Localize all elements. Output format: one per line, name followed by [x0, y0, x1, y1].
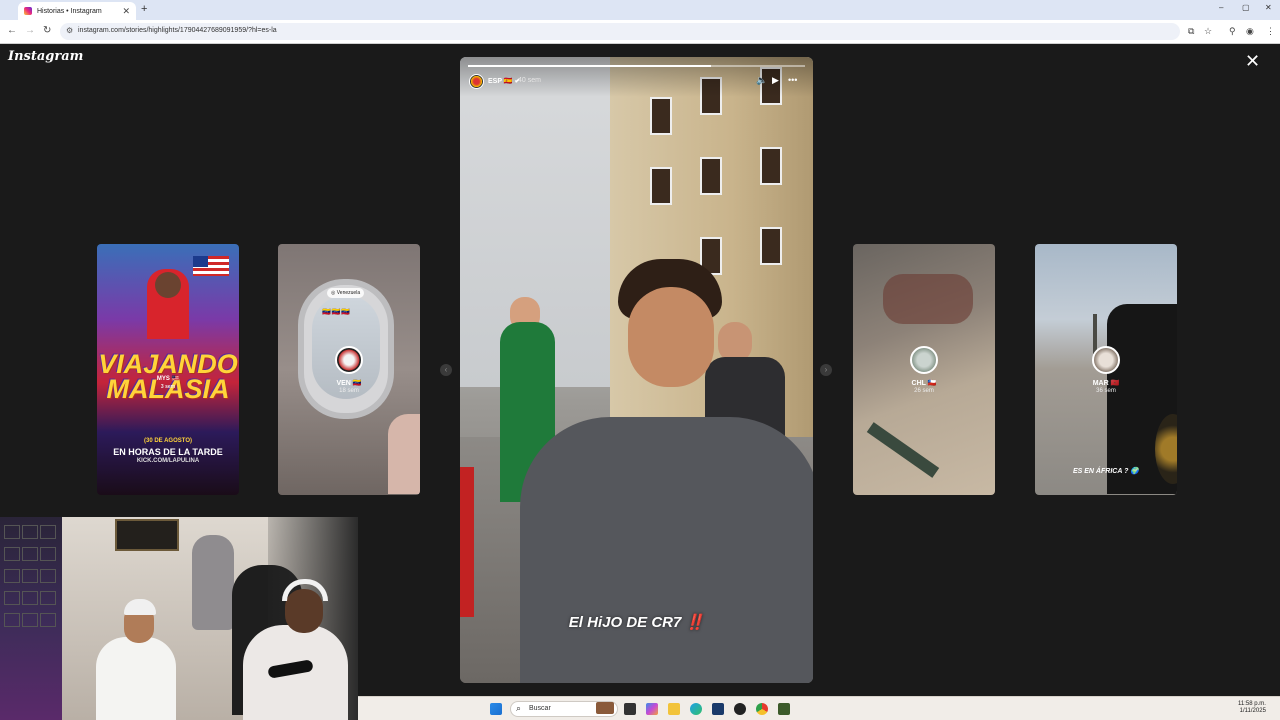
- story-date-line: (30 DE AGOSTO): [143, 438, 192, 444]
- story-time: 3 sem: [160, 384, 176, 390]
- story-avatar: [335, 346, 363, 374]
- forward-icon[interactable]: →: [25, 25, 35, 36]
- bookmark-star-icon[interactable]: ☆: [1204, 26, 1212, 37]
- story-avatar: [910, 346, 938, 374]
- instagram-favicon-icon: [24, 7, 32, 15]
- person-head-image: [155, 272, 181, 298]
- tab-strip: Historias • Instagram ✕ + – ▢ ✕: [0, 0, 1280, 20]
- story-owner-label: VEN 🇻🇪: [336, 380, 362, 387]
- figure-statue-image: [192, 535, 234, 630]
- story-time: 18 sem: [339, 388, 359, 394]
- install-app-icon[interactable]: ⧉: [1188, 26, 1194, 37]
- story-thumbnail-mys[interactable]: VIAJANDO MALASIA MYS 🇲🇾 3 sem (30 DE AGO…: [97, 244, 239, 495]
- address-bar[interactable]: ⚙ instagram.com/stories/highlights/17904…: [60, 23, 1180, 40]
- start-button-icon[interactable]: [490, 703, 502, 715]
- windows-taskbar: ⌕ Buscar 11:58 p.m. 1/11/2025: [358, 696, 1280, 720]
- story-time: 26 sem: [914, 388, 934, 394]
- page-scrollbar[interactable]: [1271, 44, 1280, 696]
- story-caption: El HiJO DE CR7 ‼️: [568, 614, 705, 631]
- instagram-logo[interactable]: Instagram: [8, 49, 83, 64]
- story-avatar: [1092, 346, 1120, 374]
- next-story-button[interactable]: ›: [820, 364, 832, 376]
- story-owner-label: MAR 🇲🇦: [1092, 380, 1120, 387]
- browser-toolbar: ← → ↻ ⚙ instagram.com/stories/highlights…: [0, 20, 1280, 44]
- search-highlight-icon[interactable]: [596, 702, 614, 714]
- cap-image: [124, 599, 156, 615]
- menu-icon[interactable]: ⋮: [1266, 26, 1275, 37]
- story-time: 40 sem: [518, 77, 541, 84]
- story-link: KICK.COM/LAPULINA: [136, 458, 200, 464]
- chrome-icon[interactable]: [756, 703, 768, 715]
- webcam-overlay: [0, 517, 358, 720]
- play-icon[interactable]: ▶: [772, 75, 779, 86]
- tab-close-icon[interactable]: ✕: [122, 6, 130, 17]
- maximize-button[interactable]: ▢: [1242, 3, 1250, 12]
- red-object-image: [460, 467, 474, 617]
- shoe-shelf-image: [0, 517, 62, 720]
- search-icon: ⌕: [516, 703, 522, 713]
- close-stories-icon[interactable]: ✕: [1245, 52, 1260, 70]
- previous-story-button[interactable]: ‹: [440, 364, 452, 376]
- story-subtitle: EN HORAS DE LA TARDE: [113, 447, 223, 457]
- search-placeholder: Buscar: [529, 705, 551, 712]
- tab-historias[interactable]: Historias • Instagram ✕: [18, 2, 136, 20]
- story-username[interactable]: ESP 🇪🇸 ✔: [488, 77, 520, 85]
- site-info-icon[interactable]: ⚙: [66, 26, 73, 35]
- store-icon[interactable]: [712, 703, 724, 715]
- flags-sticker: 🇻🇪🇻🇪🇻🇪: [322, 309, 352, 316]
- hand-image: [388, 414, 420, 494]
- story-owner-label: MYS 🇲🇾: [156, 376, 180, 382]
- extensions-icon[interactable]: ⚲: [1229, 26, 1236, 37]
- minimize-button[interactable]: –: [1219, 3, 1223, 12]
- copilot-icon[interactable]: [646, 703, 658, 715]
- flag-image: [193, 256, 229, 276]
- location-tag: ◎ Venezuela: [327, 288, 365, 298]
- framed-jersey-image: [115, 519, 179, 551]
- boy-image: [500, 259, 813, 683]
- active-story[interactable]: ESP 🇪🇸 ✔ 40 sem 🔈 ▶ ••• El HiJO DE CR7 ‼…: [460, 57, 813, 683]
- profile-icon[interactable]: ◉: [1246, 26, 1254, 37]
- story-caption: ES EN ÁFRICA ? 🌍: [1072, 468, 1139, 475]
- story-thumbnail-chl[interactable]: CHL 🇨🇱 26 sem: [853, 244, 995, 495]
- more-options-icon[interactable]: •••: [788, 75, 797, 85]
- window-close-button[interactable]: ✕: [1265, 3, 1272, 12]
- reload-icon[interactable]: ↻: [43, 25, 51, 36]
- floor-stripe-image: [866, 422, 940, 478]
- tab-title: Historias • Instagram: [37, 7, 102, 15]
- story-thumbnail-ven[interactable]: ◎ Venezuela 🇻🇪🇻🇪🇻🇪 VEN 🇻🇪 18 sem: [278, 244, 420, 495]
- edge-icon[interactable]: [690, 703, 702, 715]
- story-thumbnail-mar[interactable]: MAR 🇲🇦 36 sem ES EN ÁFRICA ? 🌍: [1035, 244, 1177, 495]
- blurred-scene-image: [883, 274, 973, 324]
- story-progress-bar: [468, 65, 805, 67]
- bystander-head-image: [718, 322, 752, 362]
- story-header: ESP 🇪🇸 ✔ 40 sem 🔈 ▶ •••: [460, 57, 813, 97]
- system-clock[interactable]: 11:58 p.m. 1/11/2025: [1238, 701, 1266, 715]
- back-icon[interactable]: ←: [7, 25, 17, 36]
- browser-chrome: Historias • Instagram ✕ + – ▢ ✕ ← → ↻ ⚙ …: [0, 0, 1280, 44]
- mute-icon[interactable]: 🔈: [756, 75, 767, 86]
- file-explorer-icon[interactable]: [668, 703, 680, 715]
- story-time: 36 sem: [1096, 388, 1116, 394]
- app-icon[interactable]: [734, 703, 746, 715]
- story-owner-label: CHL 🇨🇱: [911, 380, 937, 387]
- new-tab-button[interactable]: +: [141, 3, 147, 15]
- address-url: instagram.com/stories/highlights/1790442…: [78, 27, 277, 34]
- minecraft-icon[interactable]: [778, 703, 790, 715]
- task-view-icon[interactable]: [624, 703, 636, 715]
- streamer-left-image: [96, 637, 176, 720]
- story-avatar[interactable]: [469, 74, 484, 89]
